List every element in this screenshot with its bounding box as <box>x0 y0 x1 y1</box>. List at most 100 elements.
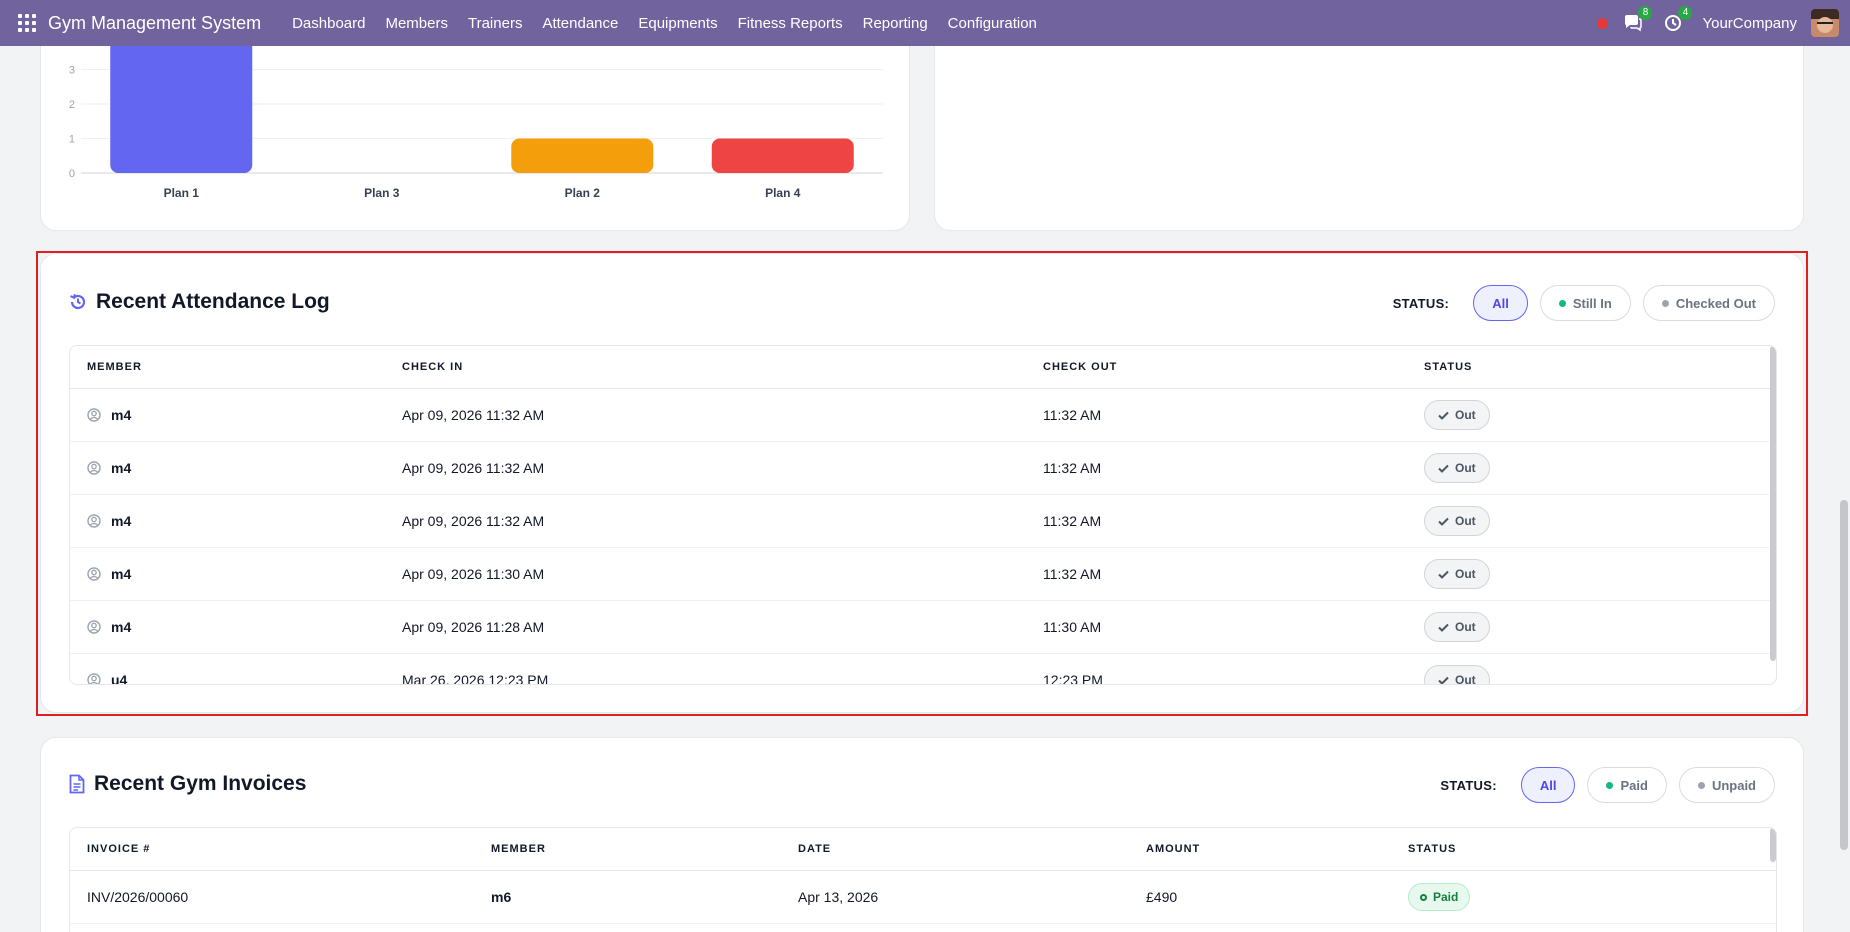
status-filter-label: STATUS: <box>1392 295 1450 311</box>
user-avatar[interactable] <box>1811 9 1839 37</box>
member-name: u4 <box>87 672 127 684</box>
check-in-time: Apr 09, 2026 11:28 AM <box>402 619 545 635</box>
col-invoice-status: STATUS <box>1408 843 1457 855</box>
col-invoice-date: DATE <box>798 843 832 855</box>
menu-configuration[interactable]: Configuration <box>938 15 1047 32</box>
invoice-amount: £490 <box>1146 889 1178 905</box>
attendance-status-filters: STATUS: All Still In Checked Out <box>1393 285 1775 321</box>
filter-still-in[interactable]: Still In <box>1539 285 1631 321</box>
gray-dot-icon <box>1661 299 1669 307</box>
bar[interactable] <box>110 35 253 173</box>
check-icon <box>1438 623 1449 632</box>
top-navbar: Gym Management System Dashboard Members … <box>0 0 1850 46</box>
history-icon <box>69 293 87 311</box>
invoices-table-header: INVOICE # MEMBER DATE AMOUNT STATUS <box>70 828 1776 871</box>
check-out-time: 11:32 AM <box>1043 566 1102 582</box>
user-icon <box>87 461 101 475</box>
table-row[interactable]: m4 Apr 09, 2026 11:28 AM 11:30 AM Out <box>70 601 1776 654</box>
menu-trainers[interactable]: Trainers <box>458 15 532 32</box>
recording-indicator-icon[interactable] <box>1597 17 1609 29</box>
col-invoice-number: INVOICE # <box>87 843 151 855</box>
user-icon <box>87 408 101 422</box>
check-out-time: 11:32 AM <box>1043 407 1102 423</box>
invoice-number: INV/2026/00060 <box>87 889 189 905</box>
attendance-card: Recent Attendance Log STATUS: All Still … <box>40 253 1804 713</box>
menu-reporting[interactable]: Reporting <box>853 15 938 32</box>
member-name: m4 <box>87 513 131 529</box>
attendance-table: MEMBER CHECK IN CHECK OUT STATUS m4 Apr 0… <box>69 345 1777 685</box>
user-icon <box>87 620 101 634</box>
filter-unpaid[interactable]: Unpaid <box>1678 767 1775 803</box>
status-badge: Out <box>1424 453 1490 483</box>
check-icon <box>1438 570 1449 579</box>
filter-paid[interactable]: Paid <box>1587 767 1667 803</box>
bar[interactable] <box>511 138 654 174</box>
check-in-time: Apr 09, 2026 11:32 AM <box>402 407 545 423</box>
col-invoice-amount: AMOUNT <box>1146 843 1201 855</box>
menu-fitness-reports[interactable]: Fitness Reports <box>728 15 853 32</box>
y-tick-label: 2 <box>69 99 75 111</box>
main-menu: Dashboard Members Trainers Attendance Eq… <box>282 15 1047 32</box>
check-in-time: Apr 09, 2026 11:32 AM <box>402 460 545 476</box>
status-badge: Out <box>1424 506 1490 536</box>
table-row[interactable]: m4 Apr 09, 2026 11:32 AM 11:32 AM Out <box>70 495 1776 548</box>
menu-attendance[interactable]: Attendance <box>532 15 628 32</box>
user-icon <box>87 567 101 581</box>
member-name: m4 <box>87 619 131 635</box>
col-check-in: CHECK IN <box>402 361 464 373</box>
paid-dot-icon <box>1420 893 1427 901</box>
table-row[interactable]: m4 Apr 09, 2026 11:32 AM 11:32 AM Out <box>70 442 1776 495</box>
green-dot-icon <box>1606 781 1614 789</box>
activities-button[interactable]: 4 <box>1662 6 1693 34</box>
invoices-title: Recent Gym Invoices <box>69 772 306 796</box>
invoice-status-filters: STATUS: All Paid Unpaid <box>1440 767 1775 803</box>
filter-checked-out[interactable]: Checked Out <box>1642 285 1775 321</box>
x-tick-label: Plan 2 <box>565 186 601 200</box>
status-badge: Out <box>1424 612 1490 642</box>
company-switcher[interactable]: YourCompany <box>1702 15 1797 32</box>
status-badge: Out <box>1424 400 1490 430</box>
page-scrollbar[interactable] <box>1840 500 1848 850</box>
col-invoice-member: MEMBER <box>491 843 546 855</box>
user-icon <box>87 514 101 528</box>
apps-menu-icon[interactable] <box>18 14 36 32</box>
y-tick-label: 0 <box>69 168 75 180</box>
attendance-table-scrollbar[interactable] <box>1770 346 1776 661</box>
attendance-table-header: MEMBER CHECK IN CHECK OUT STATUS <box>70 346 1776 389</box>
member-name: m4 <box>87 460 131 476</box>
menu-members[interactable]: Members <box>375 15 458 32</box>
check-icon <box>1438 517 1449 526</box>
table-row[interactable]: m4 Apr 09, 2026 11:30 AM 11:32 AM Out <box>70 548 1776 601</box>
y-tick-label: 3 <box>69 65 75 77</box>
invoices-table-scrollbar[interactable] <box>1770 828 1776 862</box>
messages-button[interactable]: 8 <box>1622 6 1653 34</box>
attendance-title: Recent Attendance Log <box>69 290 330 314</box>
check-out-time: 12:23 PM <box>1043 672 1103 685</box>
table-row[interactable]: u4 Mar 26, 2026 12:23 PM 12:23 PM Out <box>70 654 1776 685</box>
filter-all[interactable]: All <box>1473 285 1528 321</box>
invoice-status-filter-label: STATUS: <box>1440 777 1497 793</box>
app-brand[interactable]: Gym Management System <box>48 13 261 34</box>
invoice-member: m6 <box>491 889 512 905</box>
menu-dashboard[interactable]: Dashboard <box>282 15 375 32</box>
messages-count-badge: 8 <box>1638 6 1653 20</box>
table-row[interactable]: INV/2026/00060 m6 Apr 13, 2026 £490 Paid <box>70 871 1776 924</box>
x-tick-label: Plan 4 <box>765 186 801 200</box>
y-tick-label: 1 <box>69 134 75 146</box>
x-tick-label: Plan 3 <box>364 186 400 200</box>
menu-equipments[interactable]: Equipments <box>628 15 727 32</box>
filter-invoice-all[interactable]: All <box>1520 767 1576 803</box>
invoice-date: Apr 13, 2026 <box>798 889 879 905</box>
check-icon <box>1438 464 1449 473</box>
bar[interactable] <box>711 138 854 174</box>
invoices-table: INVOICE # MEMBER DATE AMOUNT STATUS INV/… <box>69 827 1777 932</box>
member-name: m4 <box>87 566 131 582</box>
invoices-card: Recent Gym Invoices STATUS: All Paid Unp… <box>40 737 1804 932</box>
user-icon <box>87 673 101 684</box>
member-name: m4 <box>87 407 131 423</box>
check-out-time: 11:32 AM <box>1043 513 1102 529</box>
check-in-time: Mar 26, 2026 12:23 PM <box>402 672 549 685</box>
table-row[interactable]: m4 Apr 09, 2026 11:32 AM 11:32 AM Out <box>70 389 1776 442</box>
col-check-out: CHECK OUT <box>1043 361 1118 373</box>
check-icon <box>1438 411 1449 420</box>
